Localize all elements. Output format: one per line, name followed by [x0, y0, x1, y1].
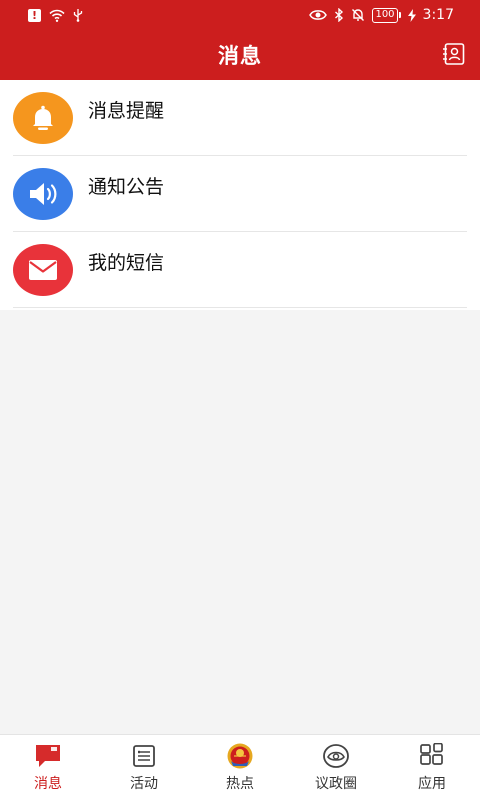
- emblem-icon: [227, 743, 253, 769]
- message-icon: [36, 745, 60, 767]
- wifi-icon: [49, 9, 65, 22]
- bell-icon: [33, 105, 53, 130]
- list-item-my-sms[interactable]: 我的短信: [0, 232, 480, 308]
- list-item-label: 消息提醒: [88, 100, 165, 122]
- app-header: ! 100 3:17 消息: [0, 0, 480, 80]
- eye-icon: [309, 10, 328, 20]
- bluetooth-icon: [335, 8, 344, 22]
- battery-indicator: 100: [372, 7, 401, 23]
- eye-circle-icon: [323, 744, 349, 768]
- status-bar: ! 100 3:17: [0, 0, 480, 30]
- tab-label: 活动: [130, 776, 158, 792]
- mute-icon: [352, 9, 365, 21]
- tab-apps[interactable]: 应用: [384, 735, 480, 800]
- contacts-icon[interactable]: [442, 42, 466, 66]
- list-icon: [133, 745, 155, 767]
- list-item-reminders[interactable]: 消息提醒: [0, 80, 480, 156]
- sms-icon-badge: [13, 244, 73, 296]
- apps-icon: [420, 743, 443, 765]
- battery-level: 100: [372, 7, 398, 23]
- tab-activities[interactable]: 活动: [96, 735, 192, 800]
- announcement-icon-badge: [13, 168, 73, 220]
- tab-hot-topics[interactable]: 热点: [192, 735, 288, 800]
- tab-label: 热点: [226, 776, 254, 792]
- page-title: 消息: [218, 44, 262, 68]
- tab-label: 议政圈: [315, 776, 357, 792]
- reminder-icon-badge: [13, 92, 73, 144]
- list-item-label: 通知公告: [88, 176, 165, 198]
- alert-icon: !: [28, 8, 41, 22]
- tab-discussion-circle[interactable]: 议政圈: [288, 735, 384, 800]
- speaker-icon: [30, 183, 57, 205]
- envelope-icon: [29, 260, 57, 280]
- usb-icon: [73, 9, 83, 22]
- list-item-label: 我的短信: [88, 252, 165, 274]
- message-category-list: 消息提醒 通知公告 我的短信: [0, 80, 480, 310]
- tab-label: 应用: [418, 776, 446, 792]
- tab-label: 消息: [34, 776, 62, 792]
- clock: 3:17: [422, 7, 454, 23]
- charging-icon: [407, 8, 416, 22]
- list-item-announcements[interactable]: 通知公告: [0, 156, 480, 232]
- tab-messages[interactable]: 消息: [0, 735, 96, 800]
- bottom-tab-bar: 消息 活动 热点 议政圈 应用: [0, 734, 480, 800]
